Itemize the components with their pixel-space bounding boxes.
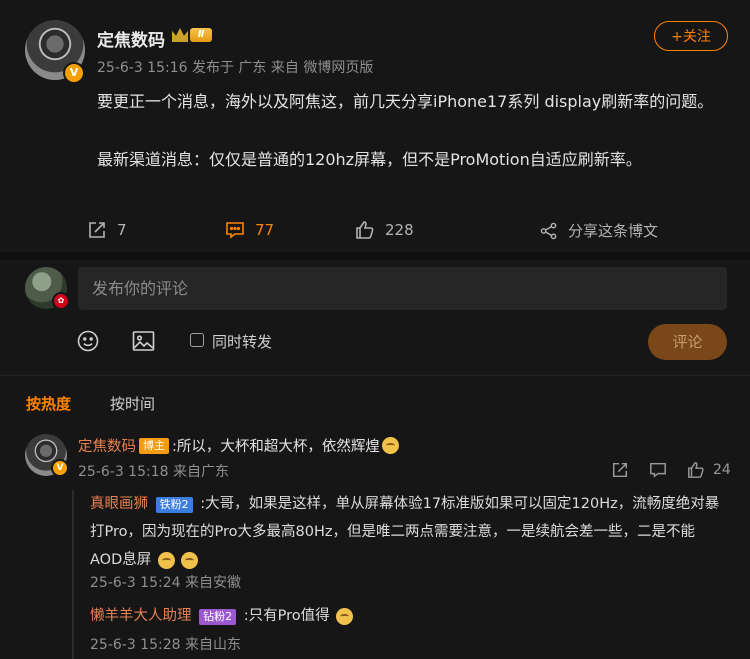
follow-button[interactable]: +关注 [654,21,728,51]
comment-meta: 25-6-3 15:18 来自广东 [78,464,229,480]
verified-badge-icon: V [51,459,69,477]
commenter-name[interactable]: 定焦数码 [78,435,136,456]
comment-content: 定焦数码 博主 :所以，大杯和超大杯，依然辉煌 [78,435,399,456]
level-badge: Ⅱ [172,28,212,42]
doge-emoji-icon [381,437,399,454]
reply-user-name[interactable]: 懒羊羊大人助理 [90,608,192,624]
repost-icon[interactable] [611,461,629,479]
like-count: 228 [385,221,414,239]
comment-text: :所以，大杯和超大杯，依然辉煌 [172,439,380,455]
tab-sort-time[interactable]: 按时间 [110,393,155,414]
post-text-line: 最新渠道消息：仅仅是普通的120hz屏幕，但不是ProMotion自适应刷新率。 [97,150,642,169]
share-label: 分享这条博文 [568,222,659,240]
post-body: 要更正一个消息，海外以及阿焦这，前几天分享iPhone17系列 display刷… [97,87,727,174]
image-icon[interactable] [132,330,155,352]
reply-meta: 25-6-3 15:24 来自安徽 [90,575,241,591]
also-repost-label: 同时转发 [212,333,273,351]
repost-count: 7 [117,221,127,239]
comment-count: 77 [255,221,275,239]
post-text-line: 要更正一个消息，海外以及阿焦这，前几天分享iPhone17系列 display刷… [97,92,714,111]
share-button[interactable]: 分享这条博文 [540,220,658,241]
doge-emoji-icon [181,551,199,569]
reply-thread-line [72,490,74,659]
share-icon [540,222,557,239]
fan-badge: 钻粉2 [199,609,237,625]
fan-badge: 铁粉2 [155,497,193,513]
comment-input[interactable]: 发布你的评论 [78,267,727,310]
emoji-icon[interactable] [77,330,99,352]
verified-badge-icon: V [63,62,85,84]
post-meta: 25-6-3 15:16 发布于 广东 来自 微博网页版 [97,60,374,76]
thumbs-up-icon [356,221,374,239]
reply-item: 真眼画狮 铁粉2 :大哥，如果是这样，单从屏幕体验17标准版如果可以固定120H… [90,490,726,574]
region-flag-icon: ✿ [52,292,70,310]
reply-text: :只有Pro值得 [243,608,330,624]
section-divider [0,375,750,376]
post-action-bar: 7 77 228 分享这条博文 [85,220,725,244]
author-name[interactable]: 定焦数码 [97,26,165,51]
level-label: Ⅱ [190,28,212,42]
repost-icon [89,222,105,238]
section-divider [0,252,750,260]
tab-sort-hot[interactable]: 按热度 [26,393,71,414]
also-repost-checkbox[interactable] [190,333,204,347]
doge-emoji-icon [157,551,175,569]
author-tag: 博主 [139,437,169,454]
comment-like-count: 24 [713,462,731,478]
comment-icon [226,222,244,239]
like-button[interactable]: 228 [355,220,414,240]
submit-comment-button[interactable]: 评论 [648,324,727,360]
thumbs-up-icon[interactable] [687,461,705,479]
comment-actions: 24 [611,461,731,479]
repost-button[interactable]: 7 [87,220,127,240]
comment-button[interactable]: 77 [225,220,274,240]
reply-meta: 25-6-3 15:28 来自山东 [90,637,241,653]
reply-item: 懒羊羊大人助理 钻粉2 :只有Pro值得 [90,602,726,630]
crown-icon [172,28,188,42]
doge-emoji-icon [336,607,354,625]
reply-user-name[interactable]: 真眼画狮 [90,496,148,512]
comment-icon[interactable] [649,461,667,479]
